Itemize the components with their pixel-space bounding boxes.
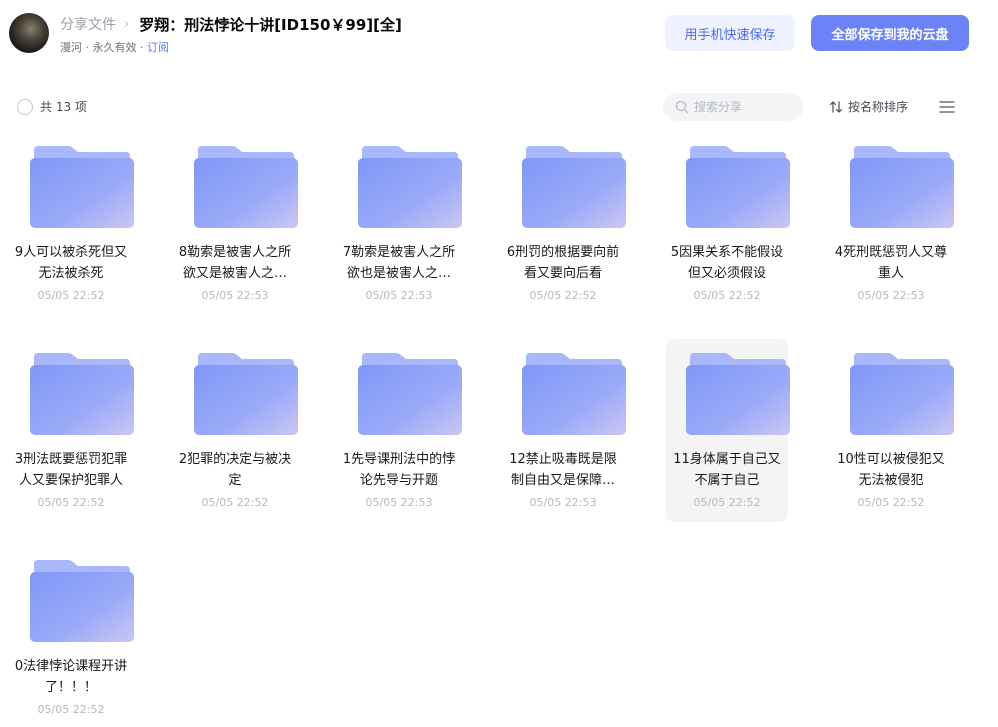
folder-icon xyxy=(30,560,134,642)
folder-name: 6刑罚的根据要向前看又要向后看 xyxy=(506,245,620,281)
folder-time: 05/05 22:52 xyxy=(693,289,761,302)
folder-icon xyxy=(686,146,790,228)
folder-time: 05/05 22:52 xyxy=(37,703,105,716)
folder-icon xyxy=(194,353,298,435)
folder-item[interactable]: 2犯罪的决定与被决定 05/05 22:52 xyxy=(174,339,298,522)
sort-button[interactable]: 按名称排序 xyxy=(829,98,908,115)
breadcrumb-root-link[interactable]: 分享文件 xyxy=(60,14,116,34)
share-meta: 漫河 · 永久有效 · 订阅 xyxy=(60,39,169,55)
item-count: 共 13 项 xyxy=(40,100,87,114)
search-input[interactable] xyxy=(694,100,794,114)
folder-name: 2犯罪的决定与被决定 xyxy=(178,452,292,488)
meta-dot: · xyxy=(140,41,144,54)
folder-item[interactable]: 3刑法既要惩罚犯罪人又要保护犯罪人 05/05 22:52 xyxy=(10,339,134,522)
owner-name[interactable]: 漫河 xyxy=(60,41,82,54)
folder-time: 05/05 22:53 xyxy=(365,289,433,302)
folder-time: 05/05 22:52 xyxy=(201,496,269,509)
folder-name: 10性可以被侵犯又无法被侵犯 xyxy=(837,452,945,488)
avatar[interactable] xyxy=(9,13,49,53)
folder-time: 05/05 22:52 xyxy=(693,496,761,509)
folder-name: 11身体属于自己又不属于自己 xyxy=(673,452,781,488)
folder-icon xyxy=(30,353,134,435)
folder-name: 5因果关系不能假设但又必须假设 xyxy=(670,245,784,281)
folder-item[interactable]: 5因果关系不能假设但又必须假设 05/05 22:52 xyxy=(666,132,790,315)
search-icon xyxy=(675,100,689,114)
sort-label: 按名称排序 xyxy=(848,100,909,114)
folder-icon xyxy=(522,353,626,435)
validity-text: 永久有效 xyxy=(92,41,137,54)
folder-name: 9人可以被杀死但又无法被杀死 xyxy=(14,245,128,281)
folder-item[interactable]: 6刑罚的根据要向前看又要向后看 05/05 22:52 xyxy=(502,132,626,315)
share-header: 分享文件 › 罗翔：刑法悖论十讲[ID150￥99][全] 漫河 · 永久有效 … xyxy=(0,0,998,70)
folder-icon xyxy=(358,146,462,228)
folder-item[interactable]: 1先导课刑法中的悖论先导与开题 05/05 22:53 xyxy=(338,339,462,522)
folder-time: 05/05 22:53 xyxy=(529,496,597,509)
folder-name: 1先导课刑法中的悖论先导与开题 xyxy=(342,452,456,488)
folder-icon xyxy=(522,146,626,228)
folder-icon xyxy=(30,146,134,228)
folder-name: 12禁止吸毒既是限制自由又是保障自由 xyxy=(509,452,617,488)
meta-dot: · xyxy=(85,41,90,54)
chevron-right-icon: › xyxy=(124,16,130,32)
folder-item[interactable]: 7勒索是被害人之所欲也是被害人之所恶 05/05 22:53 xyxy=(338,132,462,315)
folder-item[interactable]: 4死刑既惩罚人又尊重人 05/05 22:53 xyxy=(830,132,954,315)
phone-save-button[interactable]: 用手机快速保存 xyxy=(665,15,795,51)
folder-item[interactable]: 12禁止吸毒既是限制自由又是保障自由 05/05 22:53 xyxy=(502,339,626,522)
folder-item[interactable]: 8勒索是被害人之所欲又是被害人之所恶 05/05 22:53 xyxy=(174,132,298,315)
folder-icon xyxy=(850,353,954,435)
folder-name: 0法律悖论课程开讲了！！！ xyxy=(14,659,128,695)
folder-name: 4死刑既惩罚人又尊重人 xyxy=(834,245,948,281)
folder-icon xyxy=(358,353,462,435)
folder-name: 3刑法既要惩罚犯罪人又要保护犯罪人 xyxy=(14,452,128,488)
folder-time: 05/05 22:52 xyxy=(37,289,105,302)
folder-name: 7勒索是被害人之所欲也是被害人之所恶 xyxy=(342,245,456,281)
save-all-button[interactable]: 全部保存到我的云盘 xyxy=(811,15,969,51)
folder-time: 05/05 22:53 xyxy=(201,289,269,302)
page-title: 罗翔：刑法悖论十讲[ID150￥99][全] xyxy=(139,15,402,34)
folder-time: 05/05 22:52 xyxy=(529,289,597,302)
sort-icon xyxy=(829,100,843,113)
select-all-checkbox[interactable] xyxy=(17,99,33,115)
search-box[interactable] xyxy=(663,93,803,121)
folder-item[interactable]: 10性可以被侵犯又无法被侵犯 05/05 22:52 xyxy=(830,339,954,522)
folder-time: 05/05 22:53 xyxy=(857,289,925,302)
folder-name: 8勒索是被害人之所欲又是被害人之所恶 xyxy=(178,245,292,281)
breadcrumb: 分享文件 › 罗翔：刑法悖论十讲[ID150￥99][全] xyxy=(60,14,402,34)
folder-item[interactable]: 0法律悖论课程开讲了！！！ 05/05 22:52 xyxy=(10,546,134,727)
folder-icon xyxy=(850,146,954,228)
folder-time: 05/05 22:52 xyxy=(857,496,925,509)
folder-time: 05/05 22:52 xyxy=(37,496,105,509)
folder-time: 05/05 22:53 xyxy=(365,496,433,509)
folder-item[interactable]: 11身体属于自己又不属于自己 05/05 22:52 xyxy=(666,339,790,522)
list-toolbar: 共 13 项 按名称排序 xyxy=(0,90,998,124)
subscribe-link[interactable]: 订阅 xyxy=(147,41,169,54)
folder-icon xyxy=(686,353,790,435)
list-view-menu-icon[interactable] xyxy=(938,98,956,116)
folder-icon xyxy=(194,146,298,228)
folder-item[interactable]: 9人可以被杀死但又无法被杀死 05/05 22:52 xyxy=(10,132,134,315)
